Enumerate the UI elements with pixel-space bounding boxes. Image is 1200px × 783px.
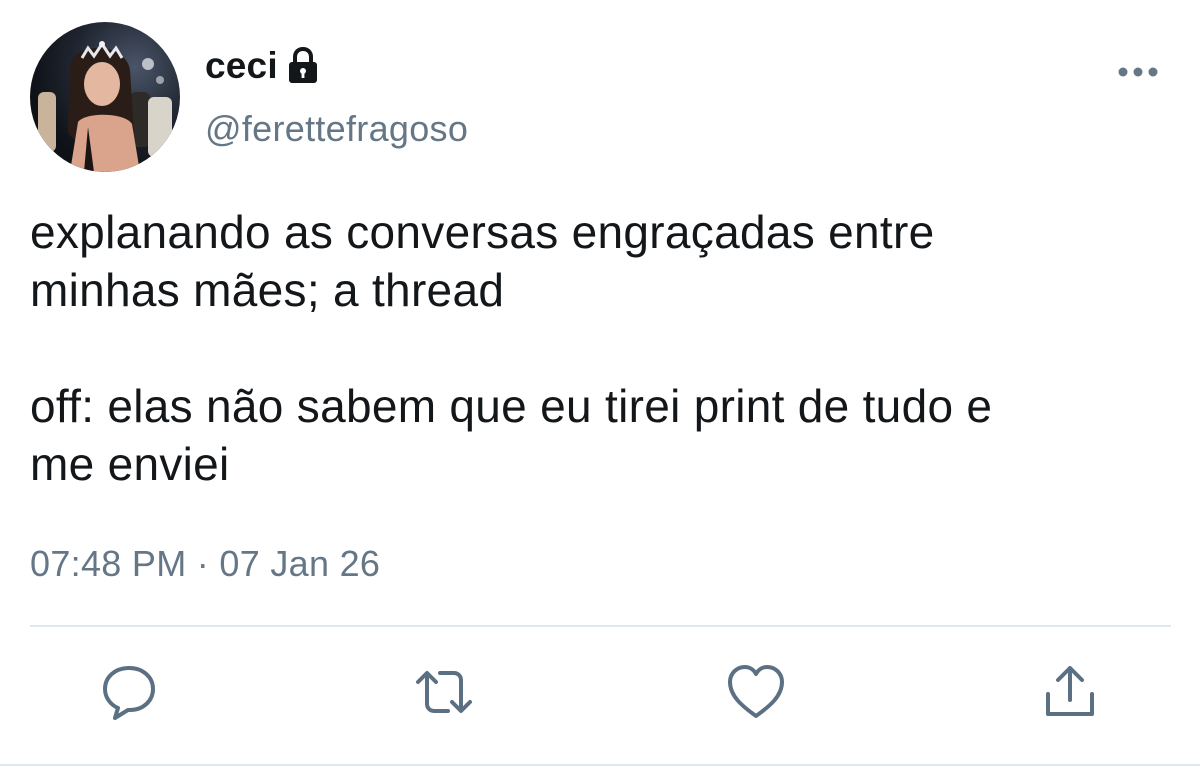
heart-icon xyxy=(728,665,784,718)
tweet-text-line: minhas mães; a thread xyxy=(30,264,505,316)
reply-icon xyxy=(103,666,155,720)
lock-icon xyxy=(286,46,320,86)
tweet-text-line: off: elas não sabem que eu tirei print d… xyxy=(30,380,993,432)
tweet-text-line: me enviei xyxy=(30,438,230,490)
more-horizontal-icon[interactable] xyxy=(1115,60,1161,84)
avatar-photo xyxy=(30,22,180,172)
user-handle[interactable]: @ferettefragoso xyxy=(205,108,468,150)
retweet-button[interactable] xyxy=(412,660,476,724)
display-name[interactable]: ceci xyxy=(205,45,278,87)
avatar[interactable] xyxy=(30,22,180,172)
bottom-divider xyxy=(0,764,1200,766)
like-button[interactable] xyxy=(724,660,788,724)
action-bar xyxy=(0,660,1200,730)
display-name-row: ceci xyxy=(205,42,320,90)
retweet-icon xyxy=(416,671,472,713)
share-icon xyxy=(1046,666,1094,716)
divider xyxy=(30,625,1171,627)
tweet-text-line: explanando as conversas engraçadas entre xyxy=(30,206,935,258)
reply-button[interactable] xyxy=(97,660,161,724)
tweet-timestamp[interactable]: 07:48 PM · 07 Jan 26 xyxy=(30,543,380,585)
tweet-text: explanando as conversas engraçadas entre… xyxy=(30,203,1180,493)
share-button[interactable] xyxy=(1038,660,1102,724)
tweet-card: ceci @ferettefragoso explanando as conve… xyxy=(0,0,1200,783)
